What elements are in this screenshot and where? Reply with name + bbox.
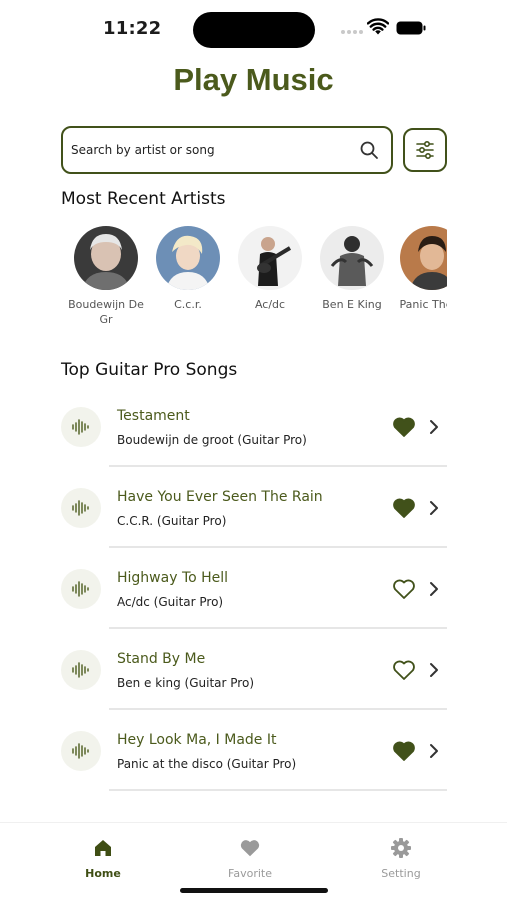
artist-name: Boudewijn De Gr: [68, 298, 144, 326]
song-row[interactable]: Have You Ever Seen The Rain C.C.R. (Guit…: [0, 469, 507, 550]
wifi-icon: [367, 18, 389, 35]
waveform-icon: [72, 662, 89, 678]
song-row[interactable]: Stand By Me Ben e king (Guitar Pro): [0, 631, 507, 712]
artist-item[interactable]: Ac/dc: [229, 226, 311, 312]
song-title: Highway To Hell: [117, 570, 229, 586]
favorite-heart-icon[interactable]: [392, 740, 416, 762]
home-icon: [95, 840, 111, 856]
artist-item[interactable]: C.c.r.: [147, 226, 229, 312]
song-artist: Boudewijn de groot (Guitar Pro): [117, 433, 307, 447]
song-row[interactable]: Highway To Hell Ac/dc (Guitar Pro): [0, 550, 507, 631]
chevron-right-icon[interactable]: [427, 661, 441, 679]
artist-avatar: [74, 226, 138, 290]
song-title: Testament: [117, 408, 190, 424]
battery-icon: [396, 21, 426, 35]
artist-name: Panic The D: [399, 298, 447, 311]
dynamic-island: [193, 12, 315, 48]
song-artist: Ac/dc (Guitar Pro): [117, 595, 224, 609]
status-bar: 11:22: [0, 0, 507, 60]
divider: [109, 789, 447, 791]
home-indicator: [180, 888, 328, 893]
artist-avatar: [156, 226, 220, 290]
song-icon: [61, 488, 101, 528]
song-icon: [61, 569, 101, 609]
page-title: Play Music: [173, 62, 334, 97]
artist-item[interactable]: Boudewijn De Gr: [65, 226, 147, 327]
song-title: Hey Look Ma, I Made It: [117, 732, 277, 748]
artist-name: C.c.r.: [174, 298, 202, 311]
divider: [109, 627, 447, 629]
song-row[interactable]: Testament Boudewijn de groot (Guitar Pro…: [0, 388, 507, 469]
search-box[interactable]: [61, 126, 393, 174]
heart-icon: [240, 840, 260, 857]
filter-button[interactable]: [403, 128, 447, 172]
search-input[interactable]: [71, 128, 351, 172]
chevron-right-icon[interactable]: [427, 580, 441, 598]
artist-item[interactable]: Panic The D: [391, 226, 447, 312]
divider: [109, 708, 447, 710]
tab-home[interactable]: Home: [48, 837, 158, 880]
recent-artists-heading: Most Recent Artists: [61, 189, 226, 209]
tab-label: Favorite: [228, 867, 272, 880]
status-time: 11:22: [103, 18, 162, 39]
cellular-signal-icon: [341, 30, 363, 34]
artist-item[interactable]: Ben E King: [311, 226, 393, 312]
favorite-heart-icon[interactable]: [392, 659, 416, 681]
gear-icon: [391, 838, 411, 858]
song-icon: [61, 650, 101, 690]
waveform-icon: [72, 419, 89, 435]
song-artist: Ben e king (Guitar Pro): [117, 676, 254, 690]
tab-label: Setting: [381, 867, 421, 880]
divider: [109, 546, 447, 548]
tab-favorite[interactable]: Favorite: [195, 837, 305, 880]
favorite-heart-icon[interactable]: [392, 416, 416, 438]
artist-name: Ac/dc: [254, 298, 286, 311]
favorite-heart-icon[interactable]: [392, 578, 416, 600]
favorite-heart-icon[interactable]: [392, 497, 416, 519]
song-artist: Panic at the disco (Guitar Pro): [117, 757, 297, 771]
tab-label: Home: [85, 867, 121, 880]
song-title: Have You Ever Seen The Rain: [117, 489, 323, 505]
waveform-icon: [72, 500, 89, 516]
chevron-right-icon[interactable]: [427, 742, 441, 760]
chevron-right-icon[interactable]: [427, 418, 441, 436]
artist-name: Ben E King: [322, 298, 382, 311]
search-icon[interactable]: [359, 140, 379, 160]
song-icon: [61, 731, 101, 771]
song-icon: [61, 407, 101, 447]
song-artist: C.C.R. (Guitar Pro): [117, 514, 227, 528]
artist-avatar: [320, 226, 384, 290]
waveform-icon: [72, 743, 89, 759]
recent-artists-list[interactable]: Boudewijn De Gr C.c.r. Ac/dc Ben E King: [61, 226, 447, 336]
sliders-icon: [416, 140, 434, 160]
artist-avatar: [400, 226, 447, 290]
divider: [109, 465, 447, 467]
song-title: Stand By Me: [117, 651, 206, 667]
chevron-right-icon[interactable]: [427, 499, 441, 517]
artist-avatar: [238, 226, 302, 290]
song-row[interactable]: Hey Look Ma, I Made It Panic at the disc…: [0, 712, 507, 793]
top-songs-heading: Top Guitar Pro Songs: [61, 360, 238, 380]
waveform-icon: [72, 581, 89, 597]
tab-setting[interactable]: Setting: [346, 837, 456, 880]
